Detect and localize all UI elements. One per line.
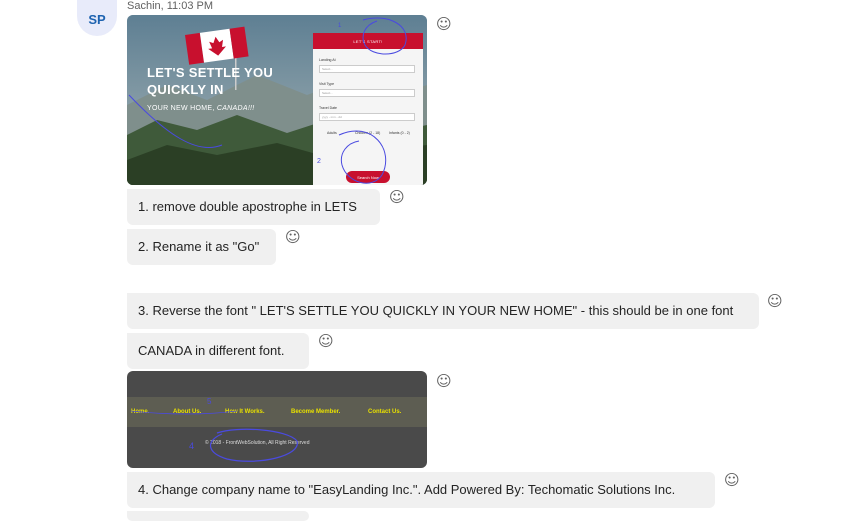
pen-annotations: 1 2 (128, 17, 407, 184)
smiley-icon[interactable]: ☺ (724, 473, 740, 488)
annotation-number-2: 2 (317, 158, 321, 165)
message-text: 3. Reverse the font " LET'S SETTLE YOU Q… (138, 303, 734, 318)
message-bubble: 3. Reverse the font " LET'S SETTLE YOU Q… (127, 293, 759, 329)
message-bubble: CANADA in different font. (127, 333, 309, 369)
annotation-number-4: 4 (189, 441, 194, 451)
smiley-icon[interactable]: ☺ (436, 374, 452, 389)
message-text: CANADA in different font. (138, 343, 285, 358)
avatar[interactable]: SP (77, 0, 117, 36)
message-bubble-partial (127, 511, 309, 521)
smiley-icon[interactable]: ☺ (767, 294, 783, 309)
attached-image-footer[interactable]: Home. About Us. How It Works. Become Mem… (127, 371, 427, 468)
smiley-icon[interactable]: ☺ (389, 190, 405, 205)
attached-image-landing-page[interactable]: LET'S SETTLE YOU QUICKLY IN YOUR NEW HOM… (127, 15, 427, 185)
message-text: 4. Change company name to "EasyLanding I… (138, 482, 676, 497)
message-text: 1. remove double apostrophe in LETS (138, 199, 357, 214)
smiley-icon[interactable]: ☺ (318, 334, 334, 349)
message-bubble: 1. remove double apostrophe in LETS (127, 189, 380, 225)
annotation-number-1: 1 (338, 23, 342, 29)
annotation-number-5: 5 (207, 397, 212, 406)
avatar-initials: SP (88, 11, 106, 27)
smiley-icon[interactable]: ☺ (436, 17, 452, 32)
pen-annotations: 5 4 (130, 397, 298, 462)
message-text: 2. Rename it as "Go" (138, 239, 260, 254)
message-bubble: 2. Rename it as "Go" (127, 229, 276, 265)
smiley-icon[interactable]: ☺ (285, 230, 301, 245)
message-meta: Sachin, 11:03 PM (127, 0, 214, 12)
message-bubble: 4. Change company name to "EasyLanding I… (127, 472, 715, 508)
